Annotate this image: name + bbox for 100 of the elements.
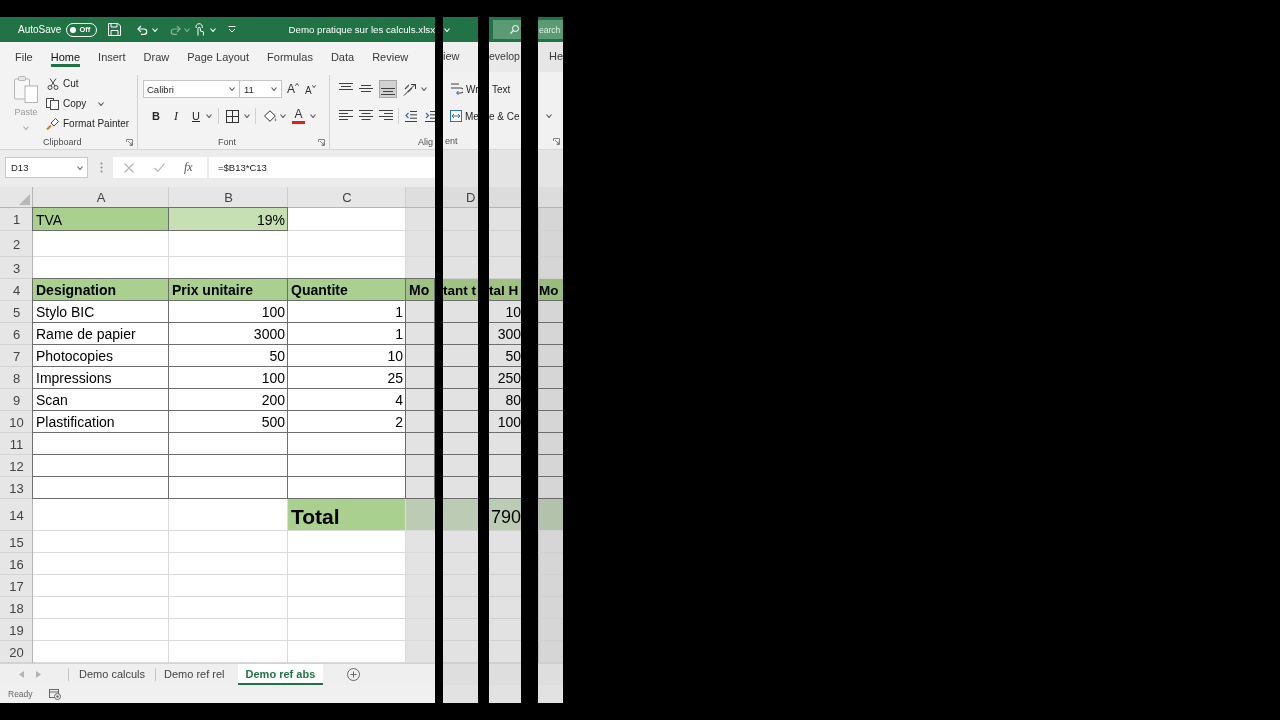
group-label: ent — [445, 136, 458, 146]
row-header[interactable]: 12 — [0, 455, 33, 477]
align-center-icon[interactable] — [359, 110, 373, 122]
row-header[interactable]: 16 — [0, 553, 33, 575]
row-header[interactable]: 5 — [0, 301, 33, 323]
finger-touch-icon[interactable] — [194, 23, 206, 36]
formula-field[interactable]: =$B13*C13 — [209, 157, 435, 178]
row-header[interactable]: 6 — [0, 323, 33, 345]
decrease-indent-icon[interactable] — [405, 110, 417, 122]
check-icon[interactable] — [154, 163, 165, 172]
caret-icon[interactable] — [421, 87, 427, 91]
table-cell-text: 500 — [260, 413, 286, 432]
sheet-tab[interactable]: Demo ref rel — [156, 664, 233, 685]
search-field[interactable]: earch — [538, 20, 563, 39]
table-cell-text: Prix unitaire — [171, 281, 254, 300]
copy-icon — [46, 97, 59, 110]
ribbon-tab[interactable]: He — [549, 50, 563, 62]
row-header[interactable]: 13 — [0, 477, 33, 499]
row-header[interactable]: 20 — [0, 641, 33, 663]
vertical-dots-icon[interactable] — [100, 162, 103, 173]
borders-icon[interactable] — [226, 109, 239, 123]
row-header[interactable]: 7 — [0, 345, 33, 367]
row-header[interactable]: 3 — [0, 257, 33, 279]
undo-icon[interactable] — [137, 24, 149, 35]
caret-icon[interactable] — [310, 114, 316, 118]
sheet-tab[interactable]: Demo ref abs — [237, 664, 324, 685]
wrap-text-button[interactable]: Wr — [451, 83, 478, 95]
row-header[interactable]: 18 — [0, 597, 33, 619]
search-field[interactable] — [493, 20, 521, 39]
macro-record-icon[interactable] — [48, 688, 61, 700]
row-header[interactable]: 15 — [0, 531, 33, 553]
caret-icon[interactable] — [98, 101, 105, 106]
bold-button[interactable]: B — [150, 110, 162, 122]
row-header[interactable]: 19 — [0, 619, 33, 641]
sheet-tab[interactable]: Demo calculs — [69, 664, 156, 685]
row-header[interactable]: 17 — [0, 575, 33, 597]
italic-button[interactable]: I — [170, 108, 182, 124]
format-painter-button[interactable]: Format Painter — [45, 115, 130, 132]
ribbon-tab[interactable]: Review — [372, 42, 409, 67]
add-sheet-icon[interactable] — [347, 668, 361, 681]
diagonal-arrow-icon[interactable] — [403, 82, 418, 96]
save-icon[interactable] — [108, 23, 122, 36]
customize-dropdown-icon[interactable] — [228, 26, 237, 33]
copy-button[interactable]: Copy — [45, 95, 87, 112]
caret-icon[interactable] — [244, 114, 250, 118]
shrink-font-button[interactable]: A — [305, 84, 316, 96]
caret-icon[interactable] — [229, 87, 235, 91]
row-header[interactable]: 11 — [0, 433, 33, 455]
wrap-text-button[interactable]: Text — [492, 83, 511, 95]
table-cell-text: Quantite — [290, 281, 349, 300]
grow-font-button[interactable]: A — [287, 82, 299, 96]
row-header[interactable]: 14 — [0, 499, 33, 531]
row-header[interactable]: 1 — [0, 208, 33, 231]
dialog-launcher-icon[interactable] — [318, 138, 325, 146]
column-header[interactable]: B — [169, 187, 288, 208]
row-header[interactable]: 8 — [0, 367, 33, 389]
caret-icon[interactable] — [280, 114, 286, 118]
table-cell-text: Total — [290, 504, 341, 530]
caret-icon[interactable] — [77, 165, 83, 170]
ribbon-tab[interactable]: Formulas — [267, 42, 313, 67]
caret-icon[interactable] — [271, 87, 277, 91]
table-cell-text: 10 — [386, 347, 404, 366]
align-bottom-icon[interactable] — [379, 80, 397, 98]
name-box[interactable]: D13 — [5, 157, 88, 178]
column-header[interactable]: C — [288, 187, 406, 208]
caret-icon[interactable] — [206, 114, 212, 118]
row-header[interactable]: 10 — [0, 411, 33, 433]
row-header[interactable]: 9 — [0, 389, 33, 411]
ribbon-tab[interactable]: Data — [330, 42, 355, 67]
ribbon-tab[interactable]: Draw — [143, 42, 170, 67]
ribbon-tab[interactable]: iew — [443, 50, 460, 62]
row-header[interactable]: 2 — [0, 231, 33, 257]
column-header[interactable]: D — [466, 190, 476, 205]
ribbon-tab[interactable]: evelop — [489, 50, 520, 62]
row-header[interactable]: 4 — [0, 279, 33, 301]
insert-function-button[interactable]: fx — [184, 160, 193, 175]
align-middle-icon[interactable] — [359, 83, 373, 95]
font-color-button[interactable]: A — [292, 108, 305, 124]
caret-icon[interactable] — [546, 114, 552, 118]
align-left-icon[interactable] — [339, 110, 353, 122]
increase-indent-icon[interactable] — [425, 110, 435, 122]
table-cell-text: Scan — [35, 391, 69, 410]
underline-button[interactable]: U — [190, 110, 202, 122]
ribbon-tab[interactable]: File — [15, 42, 33, 67]
align-right-icon[interactable] — [379, 110, 393, 122]
dialog-launcher-icon[interactable] — [553, 137, 560, 145]
cut-button[interactable]: Cut — [45, 75, 130, 92]
ribbon-tab[interactable]: Page Layout — [187, 42, 250, 67]
ribbon-tab[interactable]: Insert — [98, 42, 126, 67]
dialog-launcher-icon[interactable] — [126, 138, 133, 146]
column-header[interactable]: A — [33, 187, 169, 208]
wrap-text-icon — [451, 83, 463, 95]
table-cell-text: Impressions — [35, 369, 113, 388]
merge-center-button[interactable]: e & Ce — [489, 110, 520, 122]
ribbon-tab[interactable]: Home — [50, 42, 81, 67]
merge-center-button[interactable]: Me — [450, 110, 478, 122]
paintbrush-icon — [46, 117, 59, 130]
font-size-field[interactable]: 11 — [239, 80, 282, 98]
font-name-field[interactable]: Calibri — [143, 80, 240, 98]
paint-bucket-icon[interactable] — [263, 109, 277, 123]
